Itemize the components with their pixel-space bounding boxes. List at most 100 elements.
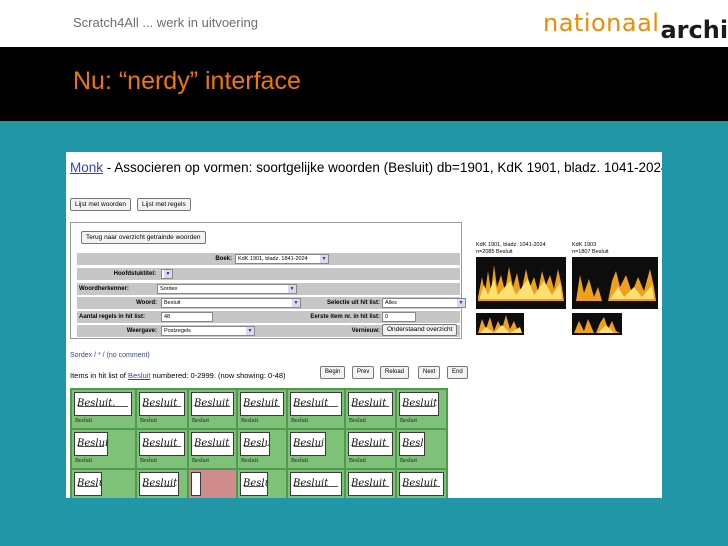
list-item[interactable]: Besluit Besluit bbox=[346, 430, 395, 468]
selectie-value: Alles bbox=[385, 300, 397, 306]
word-label: Besluit bbox=[349, 418, 367, 424]
thumb1-caption-line2: n=2085 Besluit bbox=[476, 249, 513, 255]
fire-graph-icon bbox=[478, 315, 522, 333]
list-item[interactable]: Besluit Besluit bbox=[238, 430, 286, 468]
besluit-link[interactable]: Besluit bbox=[128, 371, 151, 380]
hoofdstuk-select[interactable]: ▼ bbox=[161, 269, 173, 279]
word-image: Besluit bbox=[191, 432, 234, 456]
word-image bbox=[191, 472, 201, 496]
items-prefix: Items in hit list of bbox=[70, 371, 128, 380]
chevron-down-icon: ▼ bbox=[288, 285, 296, 293]
list-item[interactable]: Besluit Besluit bbox=[397, 430, 446, 468]
hoofdstuk-label: Hoofdstuktitel: bbox=[113, 271, 156, 277]
monk-link[interactable]: Monk bbox=[70, 160, 103, 175]
items-suffix: numbered: 0-2999. (now showing: 0-48) bbox=[150, 371, 286, 380]
word-image: Besluit bbox=[240, 472, 268, 496]
list-item[interactable]: Besluit Besluit bbox=[346, 390, 395, 428]
word-image: Besluit bbox=[139, 392, 185, 416]
word-label: Besluit bbox=[140, 458, 158, 464]
form-row-weergave: Weergave: Postzegels ▼ Vernieuw: Ondersta… bbox=[77, 324, 460, 337]
word-label: Besluit bbox=[241, 418, 259, 424]
list-item[interactable]: Besluit bbox=[346, 470, 395, 498]
thumb-besluit-4[interactable] bbox=[572, 313, 622, 335]
word-label: Besluit bbox=[75, 458, 93, 464]
woord-select[interactable]: Besluit ▼ bbox=[161, 298, 301, 308]
word-image: Besluit bbox=[74, 472, 102, 496]
thumb-besluit-1[interactable] bbox=[476, 257, 566, 309]
list-lines-button[interactable]: Lijst met regels bbox=[137, 198, 191, 211]
vernieuw-label: Vernieuw: bbox=[351, 328, 380, 334]
woordkenner-label: Woordherkenner: bbox=[79, 286, 129, 292]
thumb2-caption-line1: KdK 1903 bbox=[572, 242, 597, 248]
list-item[interactable]: Besluit bbox=[238, 470, 286, 498]
thumb2-caption-line2: n=1807 Besluit bbox=[572, 249, 609, 255]
begin-button[interactable]: Begin bbox=[320, 366, 346, 379]
logo-text-archief: archief bbox=[660, 16, 728, 44]
thumb2-caption: KdK 1903 n=1807 Besluit bbox=[572, 242, 609, 256]
word-image: Besluit bbox=[290, 472, 342, 496]
woordkenner-value: Sordex bbox=[160, 286, 178, 292]
selectie-select[interactable]: Alles ▼ bbox=[382, 298, 466, 308]
word-image: Besluit bbox=[139, 472, 179, 496]
list-words-button[interactable]: Lijst met woorden bbox=[70, 198, 131, 211]
word-label: Besluit bbox=[192, 418, 210, 424]
boek-select[interactable]: KdK 1901, bladz. 1841-2024 ▼ bbox=[235, 254, 329, 264]
thumb-besluit-3[interactable] bbox=[476, 313, 524, 335]
word-label: Besluit bbox=[400, 418, 418, 424]
monk-screenshot: Monk - Associeren op vormen: soortgelijk… bbox=[66, 152, 662, 498]
word-image: Besluit bbox=[348, 472, 393, 496]
word-image: Besluit bbox=[240, 392, 284, 416]
word-image: Besluit bbox=[191, 392, 234, 416]
back-overview-button[interactable]: Terug naar overzicht getrainde woorden bbox=[81, 231, 206, 244]
app-title: Monk - Associeren op vormen: soortgelijk… bbox=[70, 160, 662, 175]
list-item[interactable]: Besluit bbox=[397, 470, 446, 498]
list-item[interactable]: Besluit bbox=[137, 470, 187, 498]
list-item[interactable]: Besluit Besluit bbox=[397, 390, 446, 428]
aantal-input[interactable]: 48 bbox=[161, 312, 213, 322]
fire-graph-icon bbox=[478, 265, 564, 301]
app-title-text: - Associeren op vormen: soortgelijke woo… bbox=[103, 160, 662, 175]
word-label: Besluit bbox=[349, 458, 367, 464]
word-image: Besluit. bbox=[74, 392, 132, 416]
list-item[interactable]: Besluit Besluit bbox=[288, 430, 344, 468]
list-item[interactable]: Besluit Besluit bbox=[137, 390, 187, 428]
thumb-besluit-2[interactable] bbox=[572, 257, 658, 309]
chevron-down-icon: ▼ bbox=[292, 299, 300, 307]
reload-button[interactable]: Reload bbox=[380, 366, 410, 379]
boek-value: KdK 1901, bladz. 1841-2024 bbox=[238, 256, 308, 262]
nationaal-archief-logo: nationaalarchief bbox=[543, 9, 728, 44]
weergave-select[interactable]: Postzegels ▼ bbox=[161, 326, 255, 336]
weergave-label: Weergave: bbox=[126, 328, 157, 334]
form-row-aantal: Aantal regels in hit list: 48 Eerste ite… bbox=[77, 311, 460, 323]
hit-list-grid: Besluit. Besluit Besluit Besluit Besluit Be… bbox=[70, 388, 448, 498]
chevron-down-icon: ▼ bbox=[320, 255, 328, 263]
chevron-down-icon: ▼ bbox=[246, 327, 254, 335]
sordex-link[interactable]: Sordex / * / (no comment) bbox=[70, 352, 150, 359]
list-item[interactable]: Besluit Besluit bbox=[288, 390, 344, 428]
thumb1-caption-line1: KdK 1901, bladz. 1041-2024 bbox=[476, 242, 546, 248]
form-row-hoofdstuk: Hoofdstuktitel: ▼ bbox=[77, 268, 460, 280]
woordkenner-select[interactable]: Sordex ▼ bbox=[157, 284, 297, 294]
slide-title: Nu: “nerdy” interface bbox=[73, 67, 301, 95]
list-item[interactable]: Besluit Besluit bbox=[189, 430, 236, 468]
list-item-selected[interactable] bbox=[189, 470, 236, 498]
chevron-down-icon: ▼ bbox=[164, 270, 172, 278]
eerste-input[interactable]: 0 bbox=[382, 312, 416, 322]
next-button[interactable]: Next bbox=[418, 366, 441, 379]
word-image: Besluit bbox=[348, 432, 393, 456]
list-item[interactable]: Besluit bbox=[72, 470, 135, 498]
list-item[interactable]: Besluit Besluit bbox=[189, 390, 236, 428]
word-image: Besluit bbox=[290, 392, 342, 416]
slide-subtitle: Scratch4All ... werk in uitvoering bbox=[73, 15, 258, 30]
list-item[interactable]: Besluit. Besluit bbox=[72, 390, 135, 428]
list-item[interactable]: Besluit Besluit bbox=[238, 390, 286, 428]
thumb1-caption: KdK 1901, bladz. 1041-2024 n=2085 Beslui… bbox=[476, 242, 546, 256]
list-item[interactable]: Besluit bbox=[288, 470, 344, 498]
list-item[interactable]: Besluit Besluit bbox=[137, 430, 187, 468]
vernieuw-button[interactable]: Onderstaand overzicht bbox=[382, 324, 458, 336]
list-item[interactable]: Besluit Besluit bbox=[72, 430, 135, 468]
word-label: Besluit bbox=[75, 418, 93, 424]
end-button[interactable]: End bbox=[447, 366, 468, 379]
prev-button[interactable]: Prev bbox=[352, 366, 375, 379]
slide-title-bar: Nu: “nerdy” interface bbox=[0, 47, 728, 121]
